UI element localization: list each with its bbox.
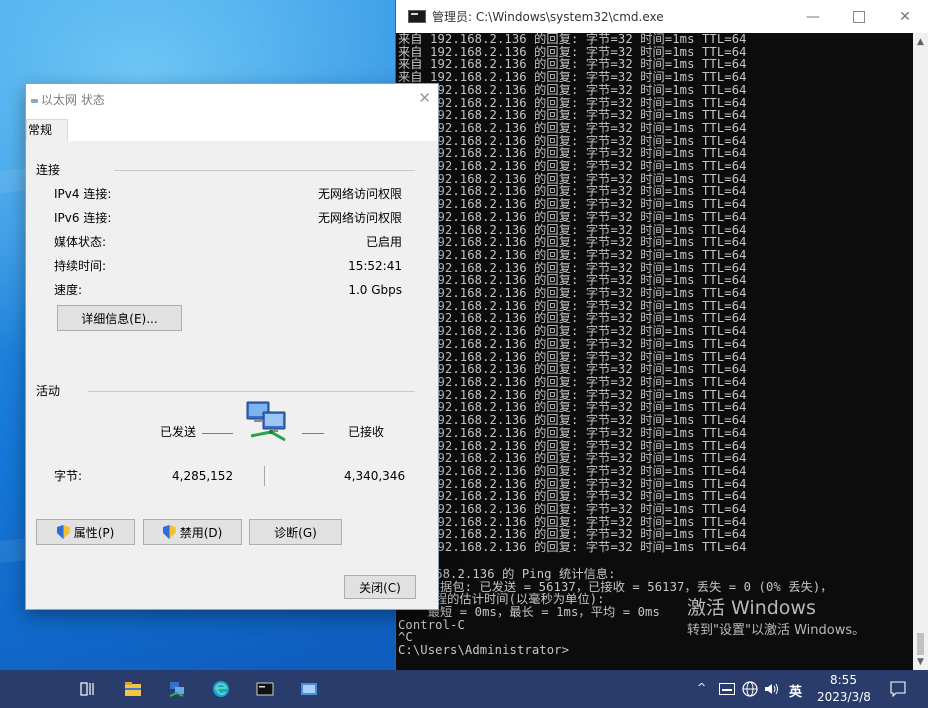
properties-button-label: 属性(P) bbox=[73, 525, 115, 540]
media-state-label: 媒体状态: bbox=[54, 235, 107, 249]
speed-value: 1.0 Gbps bbox=[348, 283, 402, 297]
console-summary-line: 192.168.2.136 的 Ping 统计信息: bbox=[398, 566, 616, 581]
volume-icon[interactable] bbox=[764, 682, 780, 696]
ipv4-label: IPv4 连接: bbox=[54, 187, 112, 201]
cmd-console-output[interactable]: 来自 192.168.2.136 的回复: 字节=32 时间=1ms TTL=6… bbox=[398, 33, 912, 670]
cmd-titlebar[interactable]: 管理员: C:\Windows\system32\cmd.exe — ✕ bbox=[396, 0, 928, 33]
connection-group-title: 连接 bbox=[36, 163, 61, 177]
minimize-button[interactable]: — bbox=[790, 0, 836, 33]
received-label: 已接收 bbox=[348, 425, 385, 439]
console-line: 来自 192.168.2.136 的回复: 字节=32 时间=1ms TTL=6… bbox=[398, 463, 747, 478]
activity-group-title: 活动 bbox=[36, 384, 61, 398]
details-button[interactable]: 详细信息(E)... bbox=[57, 305, 182, 331]
close-window-button[interactable]: ✕ bbox=[882, 0, 928, 33]
command-prompt-icon[interactable] bbox=[256, 680, 274, 698]
maximize-button[interactable] bbox=[836, 0, 882, 33]
clock-time[interactable]: 8:55 bbox=[830, 673, 857, 687]
console-line: 来自 192.168.2.136 的回复: 字节=32 时间=1ms TTL=6… bbox=[398, 247, 747, 262]
console-line: 来自 192.168.2.136 的回复: 字节=32 时间=1ms TTL=6… bbox=[398, 82, 747, 97]
ipv4-value: 无网络访问权限 bbox=[317, 187, 402, 201]
minimize-icon: — bbox=[806, 8, 820, 25]
dialog-tabstrip: 常规 bbox=[26, 115, 438, 142]
notification-center-icon[interactable] bbox=[890, 681, 906, 697]
remote-desktop-icon[interactable] bbox=[300, 680, 318, 698]
console-line: 来自 192.168.2.136 的回复: 字节=32 时间=1ms TTL=6… bbox=[398, 413, 747, 428]
received-connector-line bbox=[302, 433, 324, 434]
console-summary-line: 最短 = 0ms，最长 = 1ms，平均 = 0ms bbox=[398, 604, 660, 619]
cmd-window-controls: — ✕ bbox=[790, 0, 928, 33]
keyboard-icon[interactable] bbox=[719, 683, 735, 695]
duration-label: 持续时间: bbox=[54, 259, 107, 273]
bytes-received-value: 4,340,346 bbox=[344, 469, 406, 483]
cmd-app-icon bbox=[408, 10, 426, 23]
bytes-label: 字节: bbox=[54, 469, 83, 483]
console-line: 来自 192.168.2.136 的回复: 字节=32 时间=1ms TTL=6… bbox=[398, 209, 747, 224]
sent-label: 已发送 bbox=[160, 425, 197, 439]
sent-connector-line bbox=[202, 433, 233, 434]
duration-value: 15:52:41 bbox=[348, 259, 402, 273]
network-adapter-icon bbox=[31, 99, 38, 103]
maximize-icon bbox=[853, 10, 865, 23]
close-button-label: 关闭(C) bbox=[359, 580, 401, 595]
task-view-icon[interactable] bbox=[80, 680, 98, 698]
diagnose-button-label: 诊断(G) bbox=[274, 525, 317, 540]
uac-shield-icon bbox=[56, 525, 70, 539]
console-line: 来自 192.168.2.136 的回复: 字节=32 时间=1ms TTL=6… bbox=[398, 70, 747, 85]
scrollbar-thumb[interactable] bbox=[917, 633, 924, 655]
properties-button[interactable]: 属性(P) bbox=[36, 519, 135, 545]
file-explorer-icon[interactable] bbox=[124, 680, 142, 698]
clock-date[interactable]: 2023/3/8 bbox=[817, 690, 871, 704]
uac-shield-icon bbox=[162, 525, 176, 539]
close-icon: ✕ bbox=[899, 8, 911, 25]
dialog-titlebar[interactable]: 以太网 状态 ✕ bbox=[26, 84, 438, 115]
bytes-sent-value: 4,285,152 bbox=[172, 469, 234, 483]
console-line: 来自 192.168.2.136 的回复: 字节=32 时间=1ms TTL=6… bbox=[398, 120, 747, 135]
media-state-value: 已启用 bbox=[365, 235, 402, 249]
scroll-up-arrow-icon[interactable]: ▲ bbox=[913, 35, 928, 50]
taskbar: ^ 英 8:55 2023/3/8 bbox=[0, 670, 928, 708]
cmd-window-title: 管理员: C:\Windows\system32\cmd.exe bbox=[432, 10, 664, 24]
dialog-title: 以太网 状态 bbox=[41, 93, 105, 107]
console-line: 来自 192.168.2.136 的回复: 字节=32 时间=1ms TTL=6… bbox=[398, 286, 747, 301]
network-connections-icon[interactable] bbox=[168, 680, 186, 698]
ethernet-status-dialog[interactable]: 以太网 状态 ✕ 常规 连接 IPv4 连接: 无网络访问权限 IPv6 连接:… bbox=[25, 83, 439, 610]
disable-button-label: 禁用(D) bbox=[179, 525, 223, 540]
scroll-down-arrow-icon[interactable]: ▼ bbox=[913, 655, 928, 670]
cmd-scrollbar[interactable]: ▲ ▼ bbox=[913, 33, 928, 670]
diagnose-button[interactable]: 诊断(G) bbox=[249, 519, 342, 545]
console-line: 来自 192.168.2.136 的回复: 字节=32 时间=1ms TTL=6… bbox=[398, 324, 747, 339]
cmd-window[interactable]: 管理员: C:\Windows\system32\cmd.exe — ✕ 来自 … bbox=[396, 0, 928, 670]
speed-label: 速度: bbox=[54, 283, 83, 297]
console-line: 来自 192.168.2.136 的回复: 字节=32 时间=1ms TTL=6… bbox=[398, 197, 747, 212]
network-activity-icon bbox=[246, 401, 286, 442]
network-globe-icon[interactable] bbox=[742, 681, 758, 697]
activity-group-divider bbox=[88, 391, 415, 392]
disable-button[interactable]: 禁用(D) bbox=[143, 519, 242, 545]
details-button-label: 详细信息(E)... bbox=[81, 311, 158, 326]
edge-browser-icon[interactable] bbox=[212, 680, 230, 698]
tab-general[interactable]: 常规 bbox=[26, 119, 68, 141]
close-button[interactable]: 关闭(C) bbox=[344, 575, 416, 599]
console-line: 来自 192.168.2.136 的回复: 字节=32 时间=1ms TTL=6… bbox=[398, 33, 747, 46]
ipv6-label: IPv6 连接: bbox=[54, 211, 112, 225]
input-method-indicator[interactable]: 英 bbox=[789, 681, 802, 700]
console-summary-line: Control-C bbox=[398, 617, 465, 632]
bytes-separator bbox=[264, 466, 268, 486]
console-line: 来自 192.168.2.136 的回复: 字节=32 时间=1ms TTL=6… bbox=[398, 502, 747, 517]
console-summary-line: C:\Users\Administrator> bbox=[398, 643, 570, 658]
console-line: 来自 192.168.2.136 的回复: 字节=32 时间=1ms TTL=6… bbox=[398, 374, 747, 389]
ipv6-value: 无网络访问权限 bbox=[317, 211, 402, 225]
console-line: 来自 192.168.2.136 的回复: 字节=32 时间=1ms TTL=6… bbox=[398, 336, 747, 351]
show-hidden-icons-icon[interactable]: ^ bbox=[697, 681, 706, 694]
console-line: 来自 192.168.2.136 的回复: 字节=32 时间=1ms TTL=6… bbox=[398, 540, 747, 555]
general-tab-page: 连接 IPv4 连接: 无网络访问权限 IPv6 连接: 无网络访问权限 媒体状… bbox=[26, 141, 438, 581]
connection-group-divider bbox=[114, 170, 415, 171]
console-line: 来自 192.168.2.136 的回复: 字节=32 时间=1ms TTL=6… bbox=[398, 159, 747, 174]
console-line: 来自 192.168.2.136 的回复: 字节=32 时间=1ms TTL=6… bbox=[398, 425, 747, 440]
console-line: 来自 192.168.2.136 的回复: 字节=32 时间=1ms TTL=6… bbox=[398, 451, 747, 466]
dialog-close-icon[interactable]: ✕ bbox=[418, 89, 431, 107]
